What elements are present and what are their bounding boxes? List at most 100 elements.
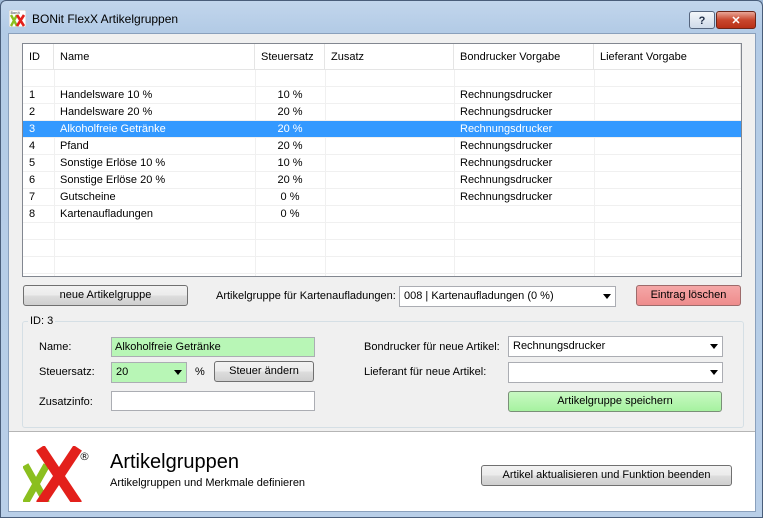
table-cell-extra — [325, 138, 454, 155]
detail-id-label: ID: 3 — [28, 315, 56, 327]
table-cell-tax: 20 % — [277, 106, 303, 118]
bonit-app-icon: Bonit — [9, 10, 26, 27]
supplier-label: Lieferant für neue Artikel: — [364, 366, 487, 378]
chevron-down-icon[interactable] — [603, 294, 611, 299]
name-input[interactable]: Alkoholfreie Getränke — [111, 337, 315, 357]
table-cell-supplier — [594, 172, 741, 189]
table-cell-extra — [325, 104, 454, 121]
table-row[interactable]: 2 Handelsware 20 % 20 % Rechnungsdrucker — [23, 104, 741, 121]
table-cell-printer: Rechnungsdrucker — [460, 89, 553, 101]
column-header-supplier[interactable]: Lieferant Vorgabe — [594, 44, 741, 70]
table-cell-supplier — [594, 138, 741, 155]
name-label: Name: — [39, 341, 72, 353]
column-header-id[interactable]: ID — [23, 44, 54, 70]
table-cell-printer: Rechnungsdrucker — [460, 174, 553, 186]
table-cell-id: 1 — [29, 89, 36, 101]
article-groups-table[interactable]: ID Name Steuersatz Zusatz Bondrucker Vor… — [22, 43, 742, 277]
table-cell-extra — [325, 121, 454, 138]
table-row-empty[interactable] — [23, 240, 741, 257]
card-group-select[interactable]: 008 | Kartenaufladungen (0 %) — [399, 286, 616, 307]
footer-panel: ® Artikelgruppen Artikelgruppen und Merk… — [9, 431, 755, 511]
supplier-select[interactable] — [508, 362, 723, 383]
table-cell-tax: 10 % — [277, 89, 303, 101]
table-row[interactable]: 8 Kartenaufladungen 0 % — [23, 206, 741, 223]
table-cell-printer: Rechnungsdrucker — [460, 140, 553, 152]
tax-select[interactable]: 20 — [111, 362, 187, 383]
table-row[interactable]: 3 Alkoholfreie Getränke 20 % Rechnungsdruck… — [23, 121, 741, 138]
table-row[interactable]: 4 Pfand 20 % Rechnungsdrucker — [23, 138, 741, 155]
app-window: Bonit BONit FlexX Artikelgruppen ? ✕ ID … — [0, 0, 763, 518]
printer-label: Bondrucker für neue Artikel: — [364, 341, 500, 353]
footer-title: Artikelgruppen — [110, 451, 239, 473]
change-tax-button[interactable]: Steuer ändern — [214, 361, 314, 382]
table-cell-id: 7 — [29, 191, 36, 203]
table-cell-tax: 20 % — [277, 140, 303, 152]
extra-info-label: Zusatzinfo: — [39, 396, 93, 408]
window-title: BONit FlexX Artikelgruppen — [32, 12, 179, 26]
card-group-value: 008 | Kartenaufladungen (0 %) — [404, 290, 554, 302]
table-cell-id: 4 — [29, 140, 36, 152]
table-cell-id: 6 — [29, 174, 36, 186]
table-cell-tax: 20 % — [277, 123, 303, 135]
tax-label: Steuersatz: — [39, 366, 95, 378]
table-row-empty[interactable] — [23, 257, 741, 274]
table-cell-tax: 20 % — [277, 174, 303, 186]
table-cell-tax: 10 % — [277, 157, 303, 169]
column-header-printer[interactable]: Bondrucker Vorgabe — [454, 44, 594, 70]
client-area: ID Name Steuersatz Zusatz Bondrucker Vor… — [8, 33, 756, 512]
table-row-empty[interactable] — [23, 223, 741, 240]
help-button[interactable]: ? — [689, 11, 715, 29]
table-cell-printer: Rechnungsdrucker — [460, 123, 553, 135]
column-header-extra[interactable]: Zusatz — [325, 44, 454, 70]
logo-mark-text: Bonit — [11, 11, 21, 15]
chevron-down-icon[interactable] — [174, 370, 182, 375]
tax-unit: % — [195, 366, 205, 378]
table-cell-tax: 0 % — [280, 191, 300, 203]
tax-value: 20 — [116, 366, 129, 378]
save-article-group-button[interactable]: Artikelgruppe speichern — [508, 391, 722, 412]
table-cell-name: Alkoholfreie Getränke — [60, 123, 166, 135]
table-cell-extra — [325, 155, 454, 172]
close-button[interactable]: ✕ — [716, 11, 756, 29]
table-cell-name: Handelsware 20 % — [60, 106, 153, 118]
table-row-empty[interactable] — [23, 70, 741, 87]
table-cell-id: 2 — [29, 106, 36, 118]
table-cell-supplier — [594, 189, 741, 206]
chevron-down-icon[interactable] — [710, 344, 718, 349]
chevron-down-icon[interactable] — [710, 370, 718, 375]
flexx-logo: ® — [23, 446, 90, 502]
table-cell-name: Sonstige Erlöse 10 % — [60, 157, 166, 169]
table-cell-name: Kartenaufladungen — [60, 208, 153, 220]
table-cell-id: 8 — [29, 208, 36, 220]
table-cell-name: Handelsware 10 % — [60, 89, 153, 101]
table-cell-supplier — [594, 121, 741, 138]
table-cell-supplier — [594, 104, 741, 121]
table-row[interactable]: 7 Gutscheine 0 % Rechnungsdrucker — [23, 189, 741, 206]
table-row[interactable]: 5 Sonstige Erlöse 10 % 10 % Rechnungsdrucke… — [23, 155, 741, 172]
delete-entry-button[interactable]: Eintrag löschen — [636, 285, 741, 306]
table-cell-id: 5 — [29, 157, 36, 169]
table-cell-printer: Rechnungsdrucker — [460, 191, 553, 203]
table-cell-name: Gutscheine — [60, 191, 116, 203]
table-cell-id: 3 — [29, 123, 36, 135]
table-cell-printer: Rechnungsdrucker — [460, 106, 553, 118]
card-group-label: Artikelgruppe für Kartenaufladungen: — [216, 290, 396, 302]
title-bar[interactable]: Bonit BONit FlexX Artikelgruppen ? ✕ — [1, 1, 762, 35]
column-header-name[interactable]: Name — [54, 44, 255, 70]
table-cell-extra — [325, 189, 454, 206]
registered-mark: ® — [79, 450, 90, 463]
table-cell-printer — [454, 206, 594, 223]
printer-select[interactable]: Rechnungsdrucker — [508, 336, 723, 357]
table-row[interactable]: 1 Handelsware 10 % 10 % Rechnungsdrucker — [23, 87, 741, 104]
new-article-group-button[interactable]: neue Artikelgruppe — [23, 285, 188, 306]
extra-info-input[interactable] — [111, 391, 315, 411]
table-cell-name: Sonstige Erlöse 20 % — [60, 174, 166, 186]
table-cell-printer: Rechnungsdrucker — [460, 157, 553, 169]
column-header-tax[interactable]: Steuersatz — [255, 44, 325, 70]
table-cell-name: Pfand — [60, 140, 89, 152]
update-and-finish-button[interactable]: Artikel aktualisieren und Funktion beend… — [481, 465, 732, 486]
table-row[interactable]: 6 Sonstige Erlöse 20 % 20 % Rechnungsdrucke… — [23, 172, 741, 189]
table-cell-supplier — [594, 87, 741, 104]
table-header: ID Name Steuersatz Zusatz Bondrucker Vor… — [23, 44, 741, 70]
table-cell-extra — [325, 172, 454, 189]
